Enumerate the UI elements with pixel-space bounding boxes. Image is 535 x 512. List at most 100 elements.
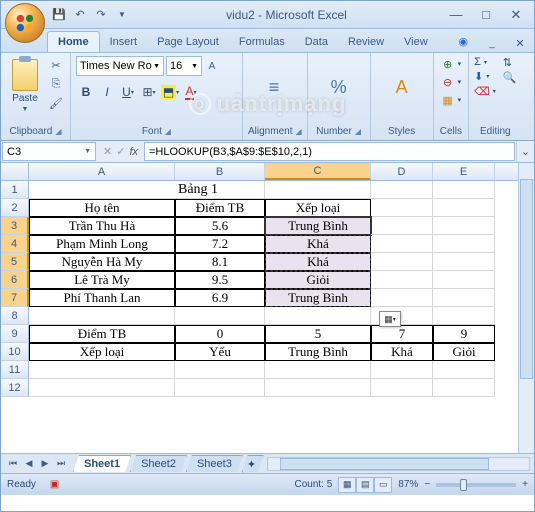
tab-home[interactable]: Home [47,31,100,52]
zoom-thumb[interactable] [460,479,467,491]
autofill-options-button[interactable]: ▦▾ [379,311,401,327]
tab-review[interactable]: Review [338,32,394,52]
row-header[interactable]: 9 [1,325,29,343]
cell[interactable]: 0 [175,325,265,343]
col-header-e[interactable]: E [433,163,495,180]
cell[interactable] [433,271,495,289]
cell[interactable] [265,181,371,199]
ribbon-close-button[interactable]: ✕ [506,34,534,52]
minimize-button[interactable]: — [442,6,470,24]
zoom-level[interactable]: 87% [398,479,418,490]
paste-button[interactable]: Paste ▼ [6,56,44,118]
cell[interactable] [371,289,433,307]
scrollbar-thumb[interactable] [280,458,489,470]
cell[interactable]: Yếu [175,343,265,361]
vertical-scrollbar[interactable] [518,163,534,453]
select-all-corner[interactable] [1,163,29,180]
number-format-button[interactable]: % [313,56,365,118]
tab-formulas[interactable]: Formulas [229,32,295,52]
office-button[interactable] [5,3,45,43]
col-header-d[interactable]: D [371,163,433,180]
delete-cells-button[interactable]: ⊖▾ [439,74,464,90]
copy-icon[interactable]: ⎘ [47,75,65,93]
cell[interactable] [175,361,265,379]
zoom-slider[interactable] [436,483,516,487]
cell[interactable] [175,379,265,397]
cell[interactable]: Trung Bình [265,343,371,361]
sheet-tab-2[interactable]: Sheet2 [130,455,187,472]
insert-cells-button[interactable]: ⊕▾ [439,56,464,72]
cancel-formula-icon[interactable]: ✕ [103,145,112,158]
cell[interactable]: Khá [371,343,433,361]
col-header-b[interactable]: B [175,163,265,180]
cell[interactable] [433,379,495,397]
cell[interactable] [371,271,433,289]
format-cells-button[interactable]: ▦▾ [439,92,464,108]
cell[interactable] [265,307,371,325]
cell[interactable]: 8.1 [175,253,265,271]
cell[interactable]: Giỏi [265,271,371,289]
cell[interactable]: Điểm TB [175,199,265,217]
expand-formula-bar-icon[interactable]: ⌄ [516,141,534,162]
fx-icon[interactable]: fx [129,146,138,158]
normal-view-button[interactable]: ▦ [338,477,356,493]
cell[interactable] [433,235,495,253]
cell[interactable] [29,181,175,199]
font-name-selector[interactable]: Times New Ro▼ [76,56,164,76]
grow-font-icon[interactable]: A [204,56,220,76]
cell[interactable] [175,307,265,325]
cell[interactable] [433,217,495,235]
row-header[interactable]: 8 [1,307,29,325]
format-painter-icon[interactable]: 🖌 [47,94,65,112]
row-header[interactable]: 7 [1,289,29,307]
row-header[interactable]: 1 [1,181,29,199]
last-sheet-icon[interactable]: ⏭ [53,456,69,472]
col-header-c[interactable]: C [265,163,371,180]
save-icon[interactable]: 💾 [50,6,68,24]
cell[interactable]: 6.9 [175,289,265,307]
cell[interactable]: Lê Trà My [29,271,175,289]
page-break-view-button[interactable]: ▭ [374,477,392,493]
next-sheet-icon[interactable]: ▶ [37,456,53,472]
undo-icon[interactable]: ↶ [71,6,89,24]
italic-button[interactable]: I [97,82,117,102]
cut-icon[interactable]: ✂ [47,56,65,74]
horizontal-scrollbar[interactable] [267,457,530,471]
row-header[interactable]: 10 [1,343,29,361]
zoom-out-button[interactable]: − [424,479,430,490]
formula-input[interactable]: =HLOOKUP(B3,$A$9:$E$10,2,1) [144,142,515,161]
maximize-button[interactable]: □ [472,6,500,24]
cell[interactable]: 9 [433,325,495,343]
row-header[interactable]: 11 [1,361,29,379]
cell[interactable]: Họ tên [29,199,175,217]
cell[interactable]: 9.5 [175,271,265,289]
bold-button[interactable]: B [76,82,96,102]
fill-button[interactable]: ⬇▾ [474,70,496,83]
active-cell[interactable]: Trung Bình [265,217,371,235]
cell[interactable] [433,253,495,271]
cell[interactable]: Xếp loại [29,343,175,361]
cell[interactable] [371,217,433,235]
prev-sheet-icon[interactable]: ◀ [21,456,37,472]
cell[interactable]: Khá [265,253,371,271]
cell[interactable] [433,181,495,199]
scrollbar-thumb[interactable] [520,179,533,379]
sheet-tab-1[interactable]: Sheet1 [73,455,131,472]
first-sheet-icon[interactable]: ⏮ [5,456,21,472]
border-button[interactable]: ⊞▾ [139,82,159,102]
alignment-button[interactable]: ≡ [248,56,300,118]
name-box[interactable]: C3▼ [2,142,96,161]
ribbon-minimize-button[interactable]: _ [478,34,506,52]
clear-button[interactable]: ⌫▾ [474,85,496,98]
tab-data[interactable]: Data [295,32,338,52]
cell[interactable]: Nguyễn Hà My [29,253,175,271]
cell[interactable] [433,199,495,217]
page-layout-view-button[interactable]: ▤ [356,477,374,493]
macro-record-icon[interactable]: ▣ [50,479,59,490]
cell[interactable] [371,379,433,397]
cell[interactable]: Xếp loại [265,199,371,217]
fill-color-button[interactable]: ⬒▾ [160,82,180,102]
tab-page-layout[interactable]: Page Layout [147,32,229,52]
cell[interactable]: Phí Thanh Lan [29,289,175,307]
font-size-selector[interactable]: 16▼ [166,56,202,76]
